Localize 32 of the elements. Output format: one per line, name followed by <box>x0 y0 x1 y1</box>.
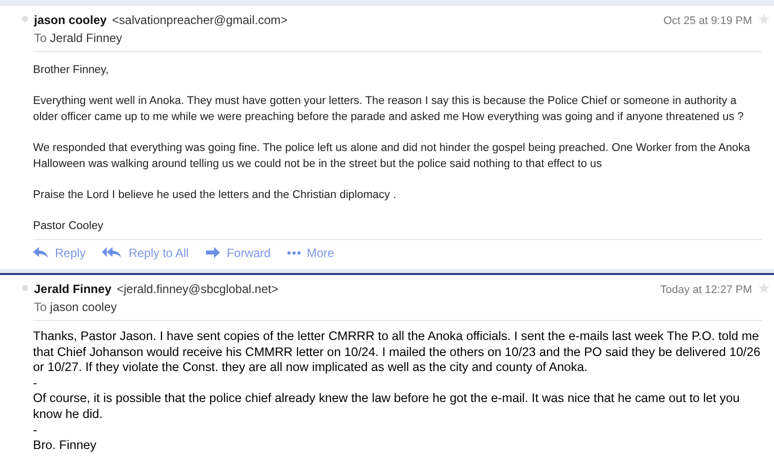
forward-button[interactable]: Forward <box>204 246 271 260</box>
message-date: Oct 25 at 9:19 PM <box>663 15 752 27</box>
message-paragraph: Bro. Finney <box>33 438 98 454</box>
message-date: Today at 12:27 PM <box>660 284 752 296</box>
message-paragraph: Praise the Lord I believe he used the letters and the Christian diplomacy . <box>33 188 398 203</box>
message-paragraph: We responded that everything was going fine. The police left us alone and did not hinder the gospel being preached. One Worker from the Anoka Halloween was walking around telling us we could not be in the street but the police said nothing to that effect to us <box>33 141 752 172</box>
star-icon[interactable] <box>758 13 770 25</box>
recipient-name: Jerald Finney <box>50 31 122 45</box>
to-label: To <box>34 31 47 45</box>
sender-email: <jerald.finney@sbcglobal.net> <box>116 282 278 296</box>
recipient-name: jason cooley <box>50 300 117 314</box>
message-paragraph: Pastor Cooley <box>33 219 104 234</box>
message-paragraph: Brother Finney, <box>33 63 110 78</box>
more-button[interactable]: More <box>286 246 334 260</box>
reply-button[interactable]: Reply <box>33 246 86 260</box>
reply-all-button[interactable]: Reply to All <box>102 246 189 260</box>
reply-all-icon <box>102 247 123 259</box>
sender-name: jason cooley <box>34 13 107 27</box>
message-paragraph: - <box>33 376 38 392</box>
to-label: To <box>34 300 47 314</box>
message-paragraph: - <box>33 422 38 438</box>
reply-icon <box>33 247 49 259</box>
more-dots-icon <box>286 251 301 255</box>
message-paragraph: Everything went well in Anoka. They must have gotten your letters. The reason I say this is because the Police Chief or someone in authority a older officer came up to me while we were preaching before the parade and asked me How everything was going and if anyone threatened us ? <box>33 94 745 125</box>
message-paragraph: Of course, it is possible that the police chief already knew the law before he got the e-mail. It was nice that he came out to let you know he did. <box>33 391 741 423</box>
star-icon[interactable] <box>758 282 770 294</box>
message-paragraph: Thanks, Pastor Jason. I have sent copies of the letter CMRRR to all the Anoka officials. I sent the e-mails last week The P.O. told me that Chief Johanson would receive his CMMRR letter on 10/24. I mailed the others on 10/23 and the PO said they be delivered 10/26 or 10/27. If they violate the Const. they are all now implicated as well as the city and county of Anoka. <box>33 329 762 376</box>
unread-dot-icon <box>22 16 28 22</box>
sender-email: <salvationpreacher@gmail.com> <box>112 13 288 27</box>
unread-dot-icon <box>22 285 28 291</box>
forward-arrow-icon <box>204 247 221 259</box>
sender-name: Jerald Finney <box>34 282 112 296</box>
